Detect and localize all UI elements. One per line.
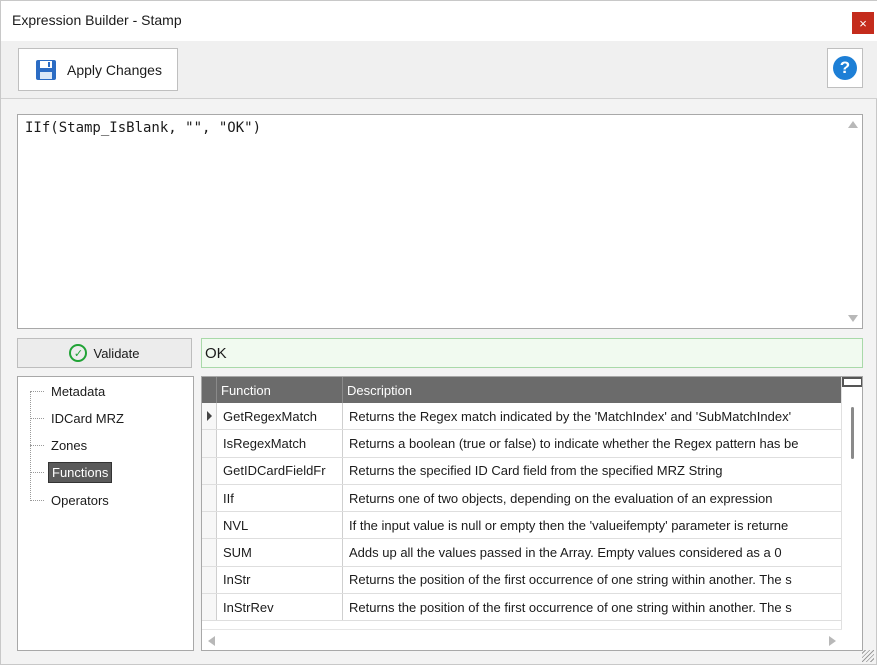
tree-item-label: Metadata — [51, 383, 106, 399]
tree-item-label: Zones — [51, 437, 88, 453]
tree-item-label: IDCard MRZ — [51, 410, 124, 426]
category-tree: Metadata IDCard MRZ Zones Functions Oper… — [17, 376, 194, 651]
grid-header: Function Description — [202, 377, 842, 403]
editor-scrollbar[interactable] — [844, 115, 862, 328]
tree-item-functions[interactable]: Functions — [30, 461, 113, 483]
functions-grid: Function Description GetRegexMatch Retur… — [201, 376, 863, 651]
tree-item-label: Functions — [48, 461, 113, 483]
help-button[interactable]: ? — [827, 48, 863, 88]
function-cell[interactable]: InStr — [217, 566, 343, 594]
scroll-thumb[interactable] — [851, 407, 854, 459]
expression-builder-window: Expression Builder - Stamp × Apply Chang… — [0, 0, 877, 665]
description-cell[interactable]: If the input value is null or empty then… — [343, 512, 842, 538]
tree-item-metadata[interactable]: Metadata — [30, 380, 108, 402]
description-cell[interactable]: Returns one of two objects, depending on… — [343, 485, 842, 511]
window-title: Expression Builder - Stamp — [12, 12, 182, 28]
expression-text[interactable]: IIf(Stamp_IsBlank, "", "OK") — [25, 120, 261, 136]
validation-result: OK — [201, 338, 863, 368]
title-bar: Expression Builder - Stamp × — [1, 1, 877, 41]
apply-changes-button[interactable]: Apply Changes — [18, 48, 178, 91]
check-circle-icon: ✓ — [69, 344, 88, 362]
scroll-up-icon[interactable] — [848, 121, 858, 128]
validate-button[interactable]: ✓ Validate — [17, 338, 192, 368]
grid-horizontal-scrollbar[interactable] — [202, 629, 842, 650]
column-header-function[interactable]: Function — [217, 377, 343, 403]
table-row[interactable]: IsRegexMatch Returns a boolean (true or … — [202, 430, 842, 458]
description-cell[interactable]: Returns a boolean (true or false) to ind… — [343, 430, 842, 456]
tree-item-operators[interactable]: Operators — [30, 489, 112, 511]
description-cell[interactable]: Returns the position of the first occurr… — [343, 594, 842, 620]
column-header-description[interactable]: Description — [343, 377, 842, 403]
table-row[interactable]: InStr Returns the position of the first … — [202, 566, 842, 595]
description-cell[interactable]: Returns the position of the first occurr… — [343, 567, 842, 593]
table-row[interactable]: SUM Adds up all the values passed in the… — [202, 539, 842, 567]
scroll-top-button[interactable] — [842, 377, 862, 387]
function-cell[interactable]: SUM — [217, 539, 343, 566]
function-cell[interactable]: InStrRev — [217, 594, 343, 621]
description-cell[interactable]: Adds up all the values passed in the Arr… — [343, 539, 842, 565]
resize-grip-icon[interactable] — [862, 650, 874, 662]
table-row[interactable]: NVL If the input value is null or empty … — [202, 512, 842, 540]
grid-vertical-scrollbar[interactable] — [841, 377, 862, 630]
description-cell[interactable]: Returns the specified ID Card field from… — [343, 458, 842, 484]
close-button[interactable]: × — [852, 12, 874, 34]
table-row[interactable]: GetRegexMatch Returns the Regex match in… — [202, 403, 842, 431]
function-cell[interactable]: GetRegexMatch — [217, 403, 343, 430]
scroll-left-icon[interactable] — [208, 636, 215, 646]
help-icon: ? — [833, 56, 857, 80]
function-cell[interactable]: GetIDCardFieldFr — [217, 457, 343, 484]
validate-label: Validate — [93, 345, 140, 361]
table-row[interactable]: IIf Returns one of two objects, dependin… — [202, 484, 842, 513]
toolbar: Apply Changes ? — [1, 41, 877, 99]
scroll-right-icon[interactable] — [829, 636, 836, 646]
description-cell[interactable]: Returns the Regex match indicated by the… — [343, 403, 842, 429]
expression-editor[interactable]: IIf(Stamp_IsBlank, "", "OK") — [17, 114, 863, 329]
grid-rows: GetRegexMatch Returns the Regex match in… — [202, 403, 842, 622]
scroll-down-icon[interactable] — [848, 315, 858, 322]
tree-item-idcard-mrz[interactable]: IDCard MRZ — [30, 407, 127, 429]
close-icon: × — [859, 15, 867, 31]
function-cell[interactable]: IsRegexMatch — [217, 430, 343, 457]
row-selector-icon — [206, 411, 212, 422]
validation-result-text: OK — [205, 344, 227, 362]
function-cell[interactable]: IIf — [217, 484, 343, 512]
apply-changes-label: Apply Changes — [67, 61, 162, 78]
tree-item-label: Operators — [51, 492, 109, 508]
table-row[interactable]: GetIDCardFieldFr Returns the specified I… — [202, 457, 842, 485]
table-row[interactable]: InStrRev Returns the position of the fir… — [202, 594, 842, 622]
function-cell[interactable]: NVL — [217, 512, 343, 539]
tree-item-zones[interactable]: Zones — [30, 434, 90, 456]
save-icon — [36, 59, 56, 80]
